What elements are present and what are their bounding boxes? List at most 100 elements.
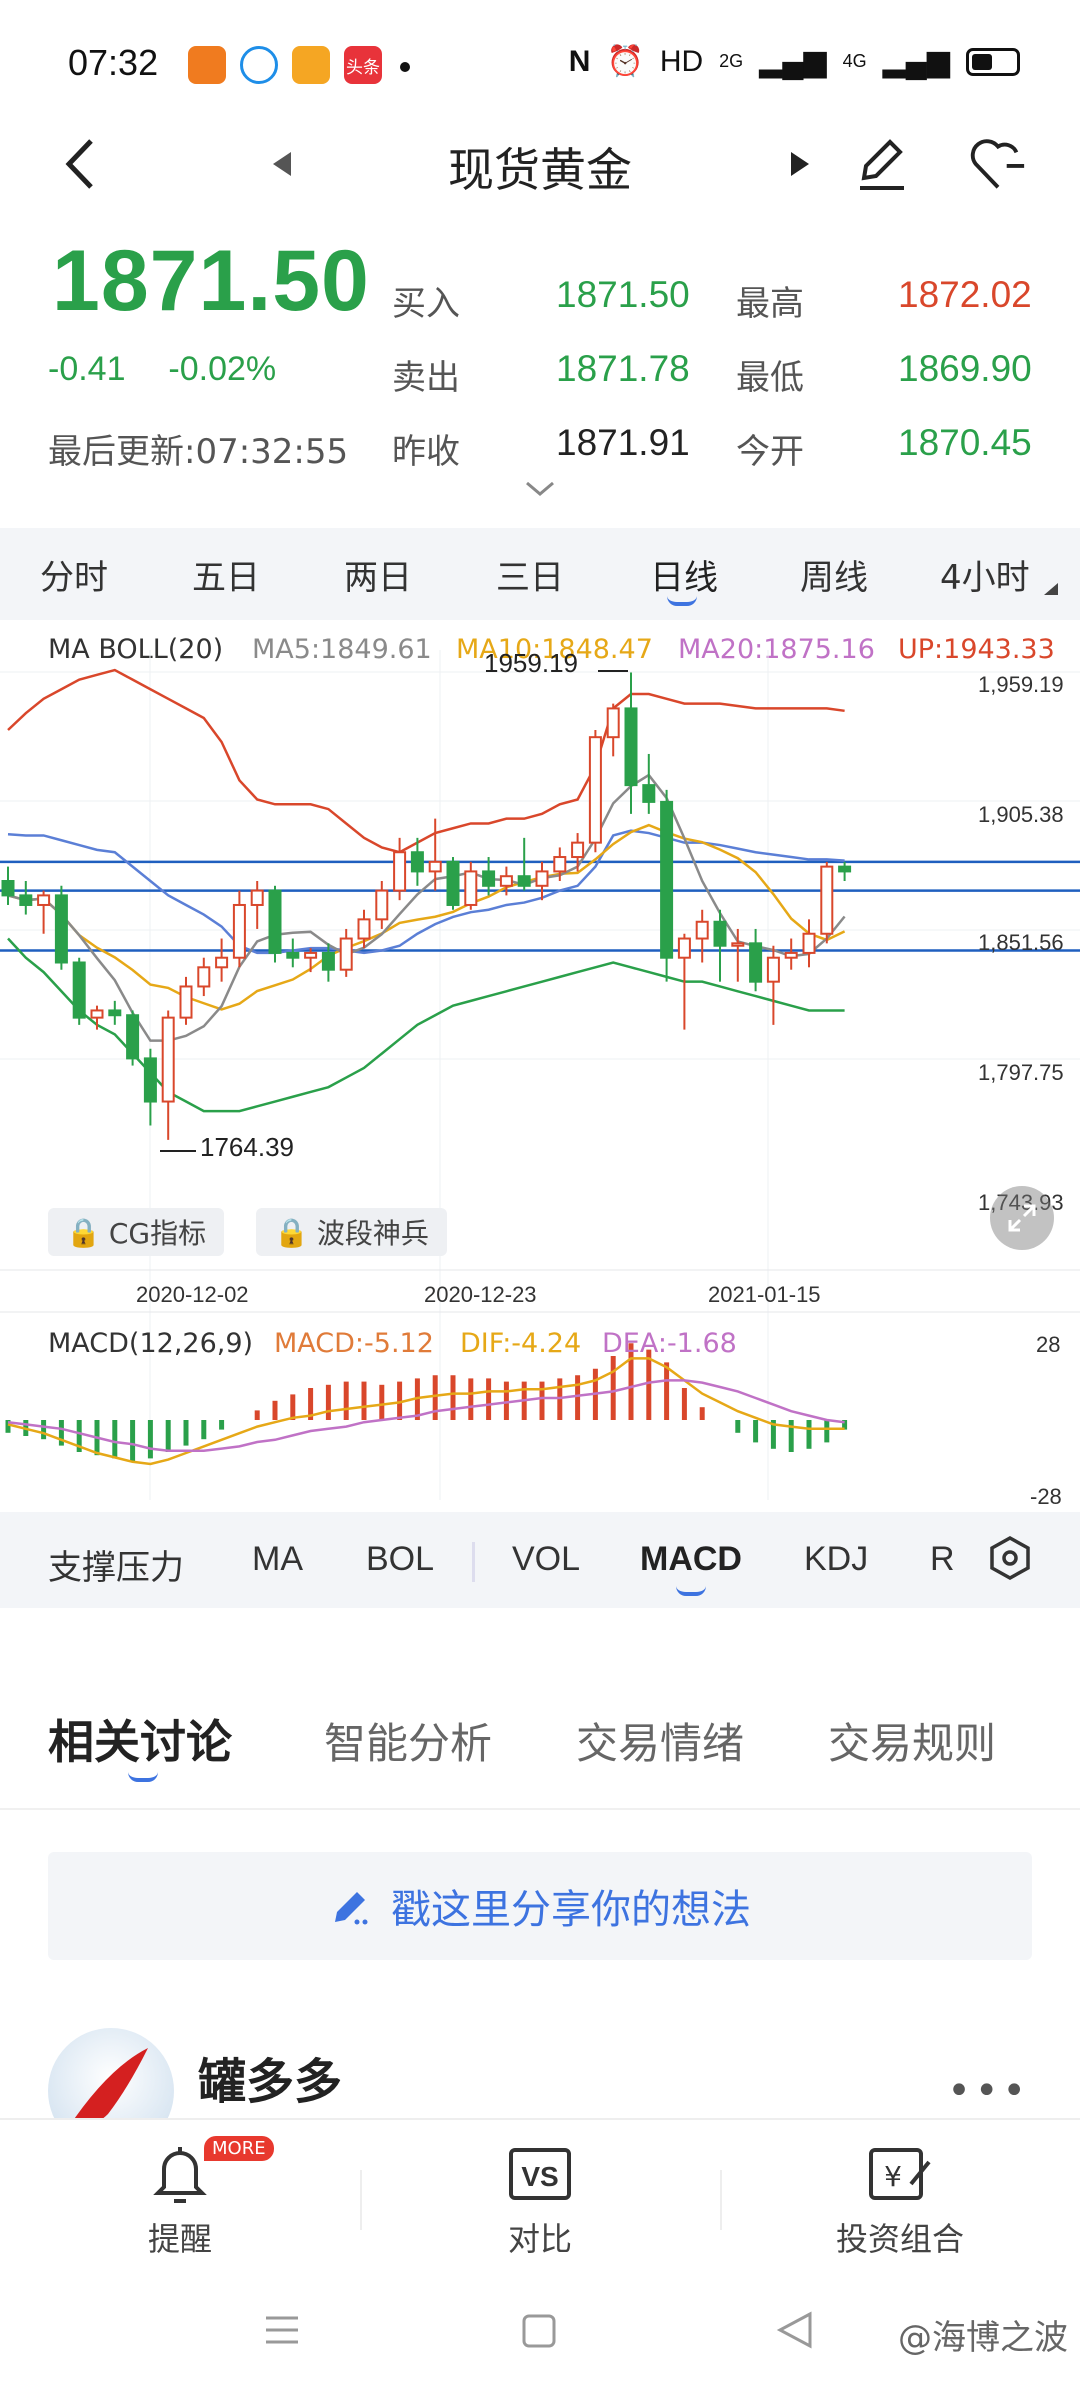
dtab-sentiment[interactable]: 交易情绪 <box>576 1710 744 1771</box>
ind-tab-macd[interactable]: MACD <box>640 1540 742 1579</box>
candle-body <box>126 1014 140 1060</box>
candle-body <box>802 932 816 954</box>
chart-area[interactable]: MA BOLL(20) MA5:1849.61 MA10:1848.47 MA2… <box>0 620 1080 1510</box>
last-update: 最后更新:07:32:55 <box>48 432 349 472</box>
status-right: N ⏰ HD 2G ▂▄▆ 4G ▂▄▆ <box>569 44 1020 79</box>
dropdown-triangle-icon[interactable] <box>1044 580 1058 599</box>
lock-icon: 🔒 <box>274 1215 309 1249</box>
ind-tab-macd-indicator <box>676 1586 706 1596</box>
tab-three-day[interactable]: 三日 <box>496 550 564 599</box>
y-tick-1: 1,959.19 <box>978 672 1064 697</box>
candle-body <box>375 889 389 921</box>
discussion-tabs: 相关讨论 智能分析 交易情绪 交易规则 <box>0 1690 1080 1810</box>
candle-body <box>108 1009 122 1017</box>
menu-nav-icon[interactable] <box>262 2312 302 2352</box>
candle-body <box>482 870 496 887</box>
system-nav-bar: @海博之波 <box>0 2290 1080 2380</box>
candlestick-chart[interactable]: 1959.19 1764.39 1,959.19 1,905.38 1,851.… <box>0 620 1080 1510</box>
remind-button[interactable]: 提醒 MORE <box>100 2136 274 2260</box>
candle-body <box>553 856 567 873</box>
candle-body <box>677 937 691 959</box>
alarm-icon: ⏰ <box>606 45 644 78</box>
share-thoughts-input[interactable]: 戳这里分享你的想法 <box>48 1852 1032 1960</box>
ind-tab-bol[interactable]: BOL <box>366 1540 434 1579</box>
tab-daily[interactable]: 日线 <box>650 550 718 599</box>
candle-body <box>428 860 442 873</box>
toutiao-icon: 头条 <box>344 46 382 84</box>
ind-tab-ma[interactable]: MA <box>252 1540 303 1579</box>
indicator-tabs: 支撑压力 MA BOL VOL MACD KDJ R <box>0 1512 1080 1608</box>
candle-body <box>393 851 407 892</box>
prev-close-label: 昨收 <box>392 432 460 472</box>
ind-tab-support[interactable]: 支撑压力 <box>48 1540 184 1589</box>
signal-icon: ▂▄▆ <box>759 45 827 78</box>
dtab-indicator <box>128 1772 158 1782</box>
candle-body <box>820 865 834 935</box>
change-percent: -0.02% <box>168 350 277 388</box>
next-item-icon[interactable] <box>770 134 830 194</box>
low-label: 最低 <box>736 358 804 398</box>
ind-tab-vol[interactable]: VOL <box>512 1540 580 1579</box>
tab-intraday[interactable]: 分时 <box>40 550 108 599</box>
prev-close-value: 1871.91 <box>556 422 690 463</box>
wave-tool-locked[interactable]: 🔒 波段神兵 <box>256 1208 447 1256</box>
candle-body <box>446 860 460 906</box>
candle-body <box>660 800 674 959</box>
back-nav-icon[interactable] <box>776 2310 814 2354</box>
cg-indicator-locked[interactable]: 🔒 CG指标 <box>48 1208 225 1256</box>
candle-body <box>731 942 745 947</box>
fullscreen-icon[interactable] <box>990 1186 1054 1250</box>
status-time: 07:32 <box>68 42 159 83</box>
nfc-icon: N <box>568 44 591 78</box>
ind-separator <box>472 1542 475 1582</box>
home-nav-icon[interactable] <box>520 2312 558 2354</box>
candle-body <box>784 951 798 959</box>
settings-hexagon-icon[interactable] <box>986 1534 1034 1586</box>
candle-body <box>499 875 513 887</box>
ind-tab-kdj[interactable]: KDJ <box>804 1540 868 1579</box>
candle-body <box>215 956 229 969</box>
candle-body <box>232 903 246 959</box>
candle-body <box>535 870 549 887</box>
candle-body <box>339 937 353 971</box>
candle-body <box>37 894 51 906</box>
post-item[interactable]: 罐多多 ••• <box>0 2020 1080 2154</box>
dtab-analysis[interactable]: 智能分析 <box>324 1710 492 1771</box>
open-label: 今开 <box>736 432 804 472</box>
svg-text:VS: VS <box>521 2161 558 2192</box>
candle-body <box>161 1016 175 1103</box>
svg-text:¥: ¥ <box>884 2160 902 2193</box>
ind-tab-r[interactable]: R <box>930 1540 955 1579</box>
edit-icon[interactable] <box>852 134 912 194</box>
compare-button[interactable]: VS 对比 <box>460 2140 620 2260</box>
watermark: @海博之波 <box>898 2318 1068 2358</box>
candle-body <box>749 942 763 983</box>
tab-two-day[interactable]: 两日 <box>344 550 412 599</box>
post-username[interactable]: 罐多多 <box>198 2042 342 2112</box>
favorite-heart-icon[interactable] <box>968 134 1028 194</box>
portfolio-button[interactable]: ¥ 投资组合 <box>800 2140 1000 2260</box>
dtab-rules[interactable]: 交易规则 <box>828 1710 996 1771</box>
candle-body <box>19 894 33 906</box>
macd-value: MACD:-5.12 <box>274 1328 434 1359</box>
current-price: 1871.50 <box>52 233 370 329</box>
pencil-icon <box>335 1892 368 1925</box>
candle-body <box>838 865 852 873</box>
candle-body <box>304 951 318 959</box>
candle-body <box>695 920 709 940</box>
period-tabs: 分时 五日 两日 三日 日线 周线 4小时 <box>0 528 1080 620</box>
candle-body <box>464 870 478 906</box>
tab-five-day[interactable]: 五日 <box>192 550 260 599</box>
candle-body <box>410 851 424 873</box>
x-date-3: 2021-01-15 <box>708 1282 821 1307</box>
tab-weekly[interactable]: 周线 <box>800 550 868 599</box>
candle-body <box>624 707 638 787</box>
more-options-icon[interactable]: ••• <box>947 2068 1030 2114</box>
expand-chevron-icon[interactable] <box>524 480 556 502</box>
sell-value: 1871.78 <box>556 348 690 389</box>
hd-label: HD <box>659 44 704 78</box>
dtab-discussion[interactable]: 相关讨论 <box>48 1706 232 1772</box>
candle-body <box>268 889 282 954</box>
candle-body <box>1 880 15 897</box>
tab-four-hour[interactable]: 4小时 <box>940 550 1030 599</box>
